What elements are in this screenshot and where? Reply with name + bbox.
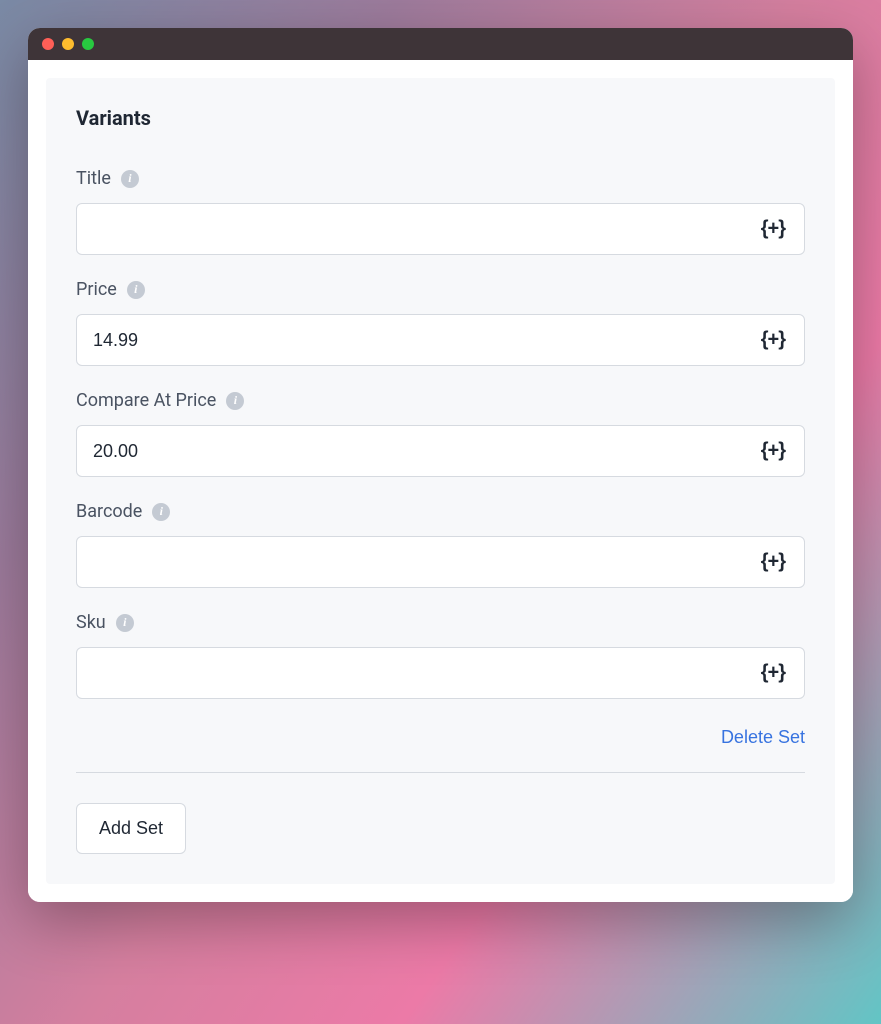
window-titlebar	[28, 28, 853, 60]
info-icon[interactable]: i	[121, 170, 139, 188]
compare-at-price-input[interactable]	[76, 425, 805, 477]
title-input[interactable]	[76, 203, 805, 255]
price-label: Price	[76, 279, 117, 300]
title-label: Title	[76, 168, 111, 189]
sku-label: Sku	[76, 612, 106, 633]
divider	[76, 772, 805, 773]
window-content: Variants Title i {+} Price i	[28, 60, 853, 902]
insert-variable-button[interactable]: {+}	[753, 323, 793, 358]
title-label-row: Title i	[76, 168, 805, 189]
variants-panel: Variants Title i {+} Price i	[46, 78, 835, 884]
app-window: Variants Title i {+} Price i	[28, 28, 853, 902]
info-icon[interactable]: i	[127, 281, 145, 299]
insert-variable-button[interactable]: {+}	[753, 434, 793, 469]
delete-set-button[interactable]: Delete Set	[721, 723, 805, 752]
price-input-row: {+}	[76, 314, 805, 366]
set-actions-row: Delete Set	[76, 723, 805, 752]
title-input-row: {+}	[76, 203, 805, 255]
compare-at-price-label: Compare At Price	[76, 390, 216, 411]
sku-input-row: {+}	[76, 647, 805, 699]
barcode-input-row: {+}	[76, 536, 805, 588]
insert-variable-button[interactable]: {+}	[753, 656, 793, 691]
barcode-input[interactable]	[76, 536, 805, 588]
sku-label-row: Sku i	[76, 612, 805, 633]
barcode-label-row: Barcode i	[76, 501, 805, 522]
panel-title: Variants	[76, 106, 805, 130]
info-icon[interactable]: i	[226, 392, 244, 410]
compare-at-price-input-row: {+}	[76, 425, 805, 477]
barcode-field-group: Barcode i {+}	[76, 501, 805, 588]
info-icon[interactable]: i	[116, 614, 134, 632]
compare-at-price-field-group: Compare At Price i {+}	[76, 390, 805, 477]
info-icon[interactable]: i	[152, 503, 170, 521]
add-set-button[interactable]: Add Set	[76, 803, 186, 854]
insert-variable-button[interactable]: {+}	[753, 545, 793, 580]
title-field-group: Title i {+}	[76, 168, 805, 255]
insert-variable-button[interactable]: {+}	[753, 212, 793, 247]
price-input[interactable]	[76, 314, 805, 366]
window-minimize-button[interactable]	[62, 38, 74, 50]
window-close-button[interactable]	[42, 38, 54, 50]
compare-at-price-label-row: Compare At Price i	[76, 390, 805, 411]
window-maximize-button[interactable]	[82, 38, 94, 50]
sku-field-group: Sku i {+}	[76, 612, 805, 699]
barcode-label: Barcode	[76, 501, 142, 522]
price-label-row: Price i	[76, 279, 805, 300]
sku-input[interactable]	[76, 647, 805, 699]
price-field-group: Price i {+}	[76, 279, 805, 366]
